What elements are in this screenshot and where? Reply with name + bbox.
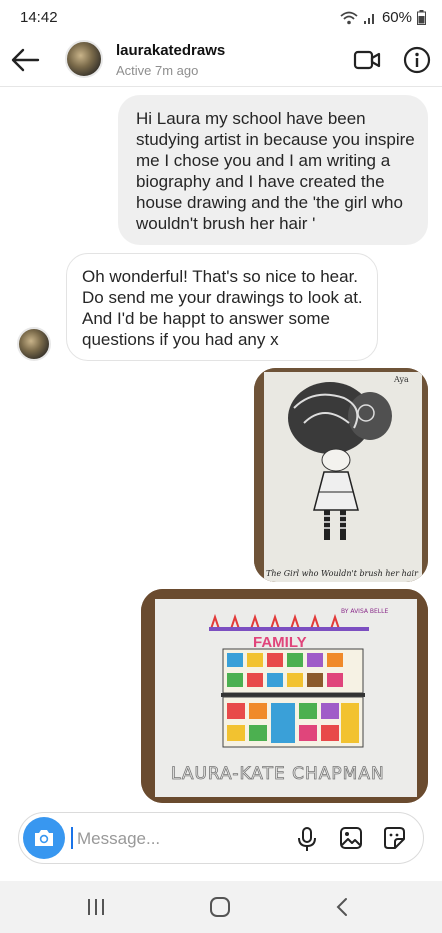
status-bar: 14:42 60%: [0, 0, 442, 34]
photo-message-girl-drawing[interactable]: Aya The Girl who Wouldn't brush her hair: [254, 368, 428, 582]
chat-header: laurakatedraws Active 7m ago: [0, 34, 442, 87]
camera-button[interactable]: [23, 817, 65, 859]
signal-icon: [363, 13, 374, 24]
message-input[interactable]: [75, 824, 279, 854]
info-icon[interactable]: [403, 46, 431, 74]
gallery-icon[interactable]: [339, 826, 363, 850]
battery-icon: [417, 10, 426, 25]
status-time: 14:42: [20, 9, 58, 26]
text-cursor: [71, 827, 73, 849]
sticker-icon[interactable]: [381, 825, 407, 851]
drawing-caption: LAURA-KATE CHAPMAN: [171, 764, 385, 784]
active-status: Active 7m ago: [116, 63, 199, 78]
back-nav-icon[interactable]: [334, 897, 350, 917]
lower-floor: [222, 696, 364, 748]
drawing-caption: The Girl who Wouldn't brush her hair: [266, 569, 419, 578]
video-call-icon[interactable]: [353, 47, 381, 73]
message-composer: [18, 812, 424, 864]
photo-message-house-drawing[interactable]: FAMILY BY AVISA BELLE LAURA-KATE CHAPMAN: [141, 589, 428, 803]
drawing-signature: Aya: [393, 375, 409, 384]
wifi-icon: [340, 11, 358, 24]
camera-icon: [35, 830, 53, 846]
home-icon[interactable]: [209, 897, 231, 917]
recents-icon[interactable]: [86, 897, 106, 917]
drawing-title: FAMILY: [253, 634, 307, 651]
incoming-message[interactable]: Oh wonderful! That's so nice to hear. Do…: [66, 253, 378, 361]
outgoing-message[interactable]: Hi Laura my school have been studying ar…: [118, 95, 428, 245]
system-nav-bar: [0, 881, 442, 933]
microphone-icon[interactable]: [297, 826, 317, 852]
back-arrow-icon[interactable]: [10, 46, 42, 74]
chat-username[interactable]: laurakatedraws: [116, 42, 225, 59]
status-icons: 60%: [340, 9, 426, 26]
avatar[interactable]: [65, 40, 103, 78]
upper-floor: [222, 648, 364, 694]
battery-percent: 60%: [381, 9, 412, 26]
sender-avatar[interactable]: [17, 327, 51, 361]
message-text: Oh wonderful! That's so nice to hear. Do…: [82, 267, 363, 349]
drawing-signature: BY AVISA BELLE: [341, 608, 388, 615]
message-text: Hi Laura my school have been studying ar…: [136, 109, 415, 233]
